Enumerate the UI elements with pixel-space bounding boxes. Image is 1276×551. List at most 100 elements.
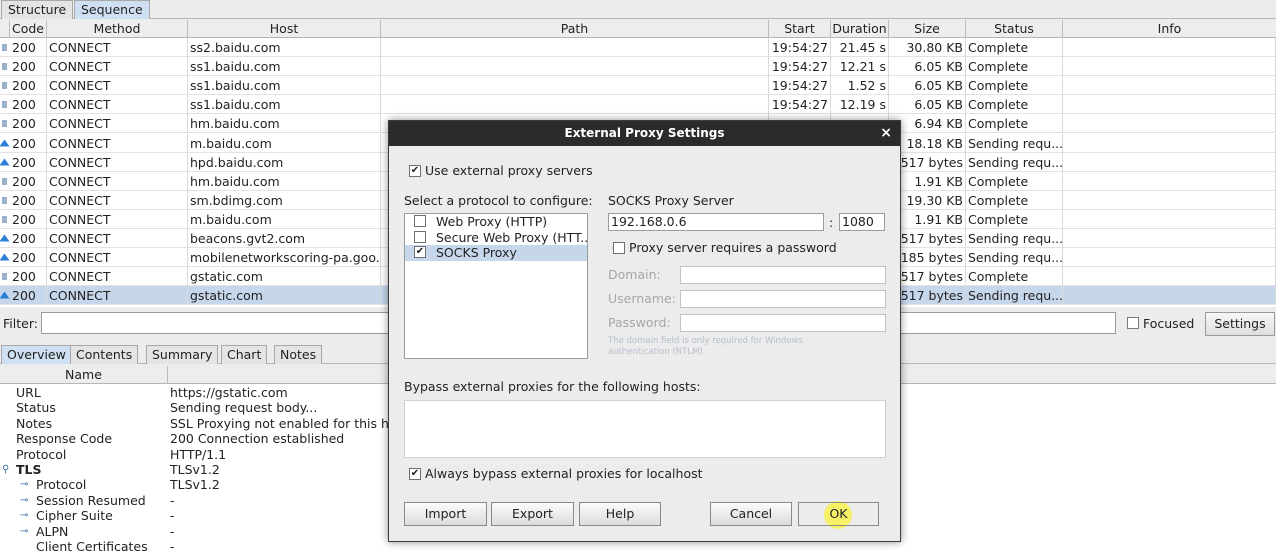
upload-arrow-icon	[0, 153, 10, 172]
detail-name: Notes	[16, 415, 53, 431]
cell-start: 19:54:27	[769, 95, 831, 115]
username-label: Username:	[608, 291, 676, 306]
dialog-title-text: External Proxy Settings	[564, 126, 725, 140]
password-input[interactable]	[680, 314, 886, 332]
ok-button[interactable]: OK	[798, 502, 879, 526]
protocol-item-http[interactable]: Web Proxy (HTTP)	[405, 214, 587, 230]
expand-toggle-icon[interactable]: ⊸	[20, 524, 28, 539]
cell-code: 200	[10, 286, 47, 306]
close-icon[interactable]: ×	[880, 121, 892, 146]
cell-method: CONNECT	[47, 209, 188, 229]
protocol-https-checkbox[interactable]	[414, 230, 426, 243]
upload-arrow-icon	[0, 286, 10, 305]
cell-code: 200	[10, 38, 47, 57]
cell-host: m.baidu.com	[188, 209, 381, 229]
request-icon	[0, 114, 10, 133]
always-bypass-checkbox[interactable]: ✔	[409, 468, 421, 480]
upload-arrow-icon	[0, 248, 10, 267]
import-button[interactable]: Import	[404, 502, 487, 526]
view-tabs: Structure Sequence	[0, 0, 1276, 19]
domain-input[interactable]	[680, 266, 886, 284]
tab-contents[interactable]: Contents	[70, 345, 139, 364]
header-start[interactable]: Start	[769, 20, 831, 38]
help-button[interactable]: Help	[579, 502, 661, 526]
protocol-list: Web Proxy (HTTP) Secure Web Proxy (HTT..…	[404, 213, 588, 359]
cell-status: Complete	[966, 209, 1063, 229]
cell-host: ss1.baidu.com	[188, 76, 381, 96]
request-icon	[0, 210, 10, 229]
expand-toggle-icon[interactable]: ⊸	[20, 477, 28, 492]
cell-host: ss1.baidu.com	[188, 57, 381, 77]
protocol-item-socks[interactable]: ✔ SOCKS Proxy	[405, 245, 587, 261]
expand-toggle-icon[interactable]: ⚲	[2, 462, 9, 477]
header-name[interactable]: Name	[0, 366, 168, 384]
cell-status: Complete	[966, 57, 1063, 77]
tab-summary[interactable]: Summary	[146, 345, 219, 364]
header-code[interactable]: Code	[10, 20, 47, 38]
cell-duration: 12.21 s	[831, 57, 889, 77]
requires-password-label: Proxy server requires a password	[629, 240, 837, 255]
filter-label: Filter:	[3, 316, 38, 331]
table-header: Code Method Host Path Start Duration Siz…	[0, 20, 1276, 38]
tab-notes[interactable]: Notes	[274, 345, 323, 364]
cell-size: 30.80 KB	[889, 38, 966, 57]
cell-info	[1063, 152, 1276, 172]
protocol-item-https[interactable]: Secure Web Proxy (HTT...	[405, 230, 587, 246]
use-external-checkbox[interactable]: ✔	[409, 165, 421, 177]
cell-method: CONNECT	[47, 133, 188, 153]
header-host[interactable]: Host	[188, 20, 381, 38]
header-duration[interactable]: Duration	[831, 20, 889, 38]
tab-structure[interactable]: Structure	[1, 0, 74, 19]
detail-value: -	[170, 508, 175, 524]
focused-checkbox[interactable]	[1127, 317, 1139, 329]
detail-value: TLSv1.2	[170, 477, 220, 493]
header-size[interactable]: Size	[889, 20, 966, 38]
use-external-label: Use external proxy servers	[425, 163, 593, 178]
tab-chart[interactable]: Chart	[221, 345, 268, 364]
upload-arrow-icon	[0, 134, 10, 153]
table-row[interactable]: 200 CONNECT ss1.baidu.com 19:54:27 12.21 s 6.…	[0, 57, 1276, 77]
cell-status: Complete	[966, 76, 1063, 96]
expand-toggle-icon[interactable]: ⊸	[20, 508, 28, 523]
cancel-button[interactable]: Cancel	[710, 502, 792, 526]
header-path[interactable]: Path	[381, 20, 769, 38]
protocol-socks-checkbox[interactable]: ✔	[414, 246, 426, 258]
protocol-https-label: Secure Web Proxy (HTT...	[436, 229, 587, 245]
tab-overview[interactable]: Overview	[1, 345, 72, 364]
cell-host: hpd.baidu.com	[188, 152, 381, 172]
table-row[interactable]: 200 CONNECT ss1.baidu.com 19:54:27 12.19 s 6.…	[0, 95, 1276, 115]
cell-info	[1063, 248, 1276, 268]
username-input[interactable]	[680, 290, 886, 308]
proxy-host-input[interactable]: 192.168.0.6	[608, 213, 824, 231]
cell-host: ss2.baidu.com	[188, 38, 381, 57]
header-method[interactable]: Method	[47, 20, 188, 38]
tab-sequence[interactable]: Sequence	[74, 0, 150, 19]
cell-info	[1063, 133, 1276, 153]
requires-password-checkbox[interactable]	[613, 242, 625, 254]
header-status[interactable]: Status	[966, 20, 1063, 38]
export-button[interactable]: Export	[491, 502, 574, 526]
bypass-hosts-textarea[interactable]	[404, 400, 886, 458]
header-info[interactable]: Info	[1063, 20, 1276, 38]
detail-name: Client Certificates	[36, 539, 148, 551]
cell-method: CONNECT	[47, 114, 188, 134]
settings-button[interactable]: Settings	[1205, 312, 1275, 336]
cell-code: 200	[10, 229, 47, 248]
cell-code: 200	[10, 248, 47, 268]
cell-status: Sending requ...	[968, 229, 1063, 248]
cell-status: Sending requ...	[968, 286, 1063, 306]
cell-host: m.baidu.com	[188, 133, 381, 153]
ntlm-hint: The domain field is only required for Wi…	[608, 336, 803, 357]
cell-status: Complete	[966, 95, 1063, 115]
proxy-port-input[interactable]: 1080	[839, 213, 885, 231]
cell-info	[1063, 171, 1276, 191]
cell-status: Complete	[966, 171, 1063, 191]
cell-method: CONNECT	[47, 171, 188, 191]
protocol-socks-label: SOCKS Proxy	[436, 245, 517, 260]
cell-size: 6.05 KB	[889, 76, 966, 96]
cell-code: 200	[10, 209, 47, 229]
table-row[interactable]: 200 CONNECT ss2.baidu.com 19:54:27 21.45 s 30…	[0, 38, 1276, 57]
protocol-http-checkbox[interactable]	[414, 215, 426, 227]
table-row[interactable]: 200 CONNECT ss1.baidu.com 19:54:27 1.52 s 6.0…	[0, 76, 1276, 96]
expand-toggle-icon[interactable]: ⊸	[20, 493, 28, 508]
